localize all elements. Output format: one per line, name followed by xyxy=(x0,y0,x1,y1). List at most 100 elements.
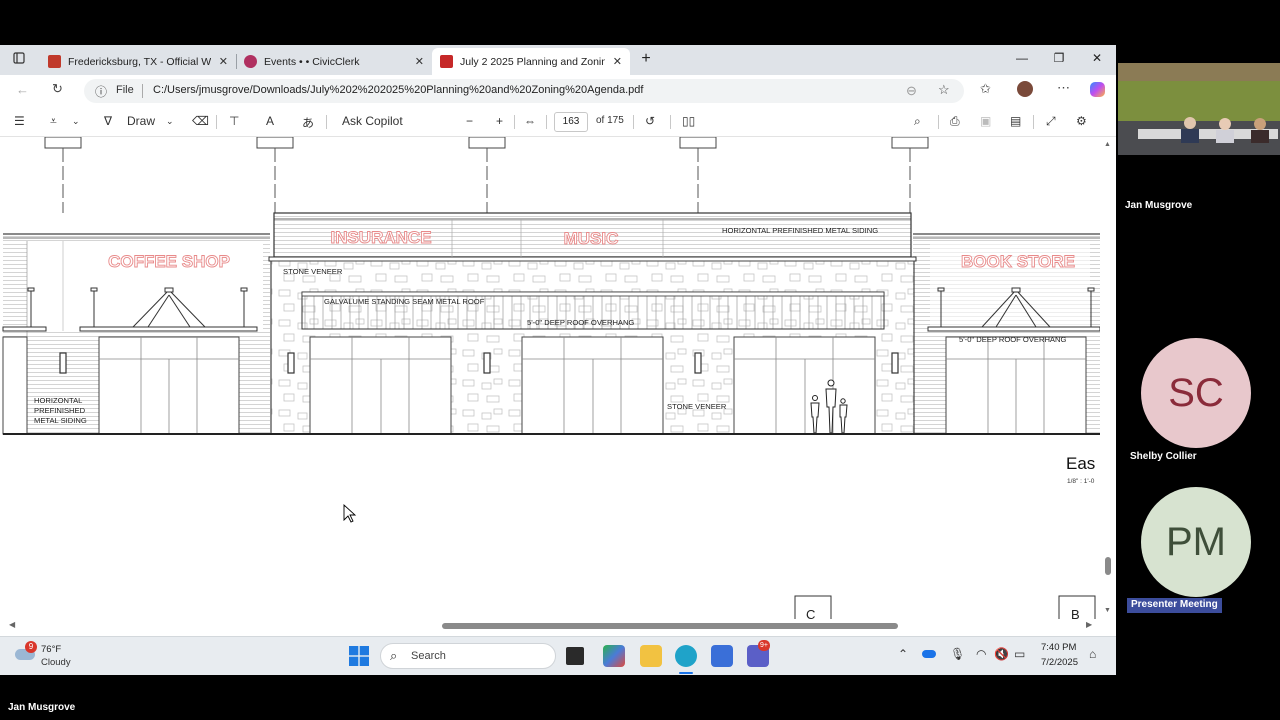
participant-name: Shelby Collier xyxy=(1130,451,1197,462)
text-box-icon[interactable]: ⊤ xyxy=(229,114,239,128)
toolbar-separator xyxy=(216,115,217,129)
copilot-icon[interactable] xyxy=(1090,82,1105,97)
draw-button[interactable]: Draw xyxy=(127,114,155,128)
address-bar[interactable]: ⓘ File C:/Users/jmusgrove/Downloads/July… xyxy=(84,79,964,103)
website-favicon-icon xyxy=(48,55,61,68)
notifications-icon[interactable]: ⌂ xyxy=(1089,647,1096,661)
chevron-down-icon[interactable]: ⌄ xyxy=(166,116,174,127)
zoom-in-icon[interactable]: + xyxy=(496,114,503,128)
clock-time[interactable]: 7:40 PM xyxy=(1041,642,1076,653)
close-icon[interactable]: ✕ xyxy=(613,55,622,68)
note-metal-siding-top: HORIZONTAL PREFINISHED METAL SIDING xyxy=(722,226,878,235)
tab-agenda-pdf[interactable]: July 2 2025 Planning and Zoning ✕ xyxy=(432,48,630,75)
minimize-icon[interactable]: — xyxy=(1012,51,1032,65)
vertical-scrollbar[interactable]: ▲ ▼ xyxy=(1100,137,1116,621)
windows-taskbar: 9 76°F Cloudy ⌕ Search 9+ ⌃ 🎙 ◠ 🔇 ▭ 7:40… xyxy=(0,636,1116,675)
toolbar-separator xyxy=(326,115,327,129)
refresh-icon[interactable]: ↻ xyxy=(52,81,63,97)
participant-video xyxy=(1118,63,1280,155)
close-window-icon[interactable]: ✕ xyxy=(1087,51,1107,65)
zoom-icon[interactable]: ⊖ xyxy=(906,83,917,99)
chevron-down-icon[interactable]: ⌄ xyxy=(72,116,80,127)
close-icon[interactable]: ✕ xyxy=(415,55,424,68)
page-view-icon[interactable]: ▯▯ xyxy=(682,114,695,128)
save-icon[interactable]: ▣ xyxy=(980,114,991,128)
store-app-icon[interactable] xyxy=(711,645,733,667)
sign-music: MUSIC xyxy=(564,229,619,248)
battery-icon[interactable]: ▭ xyxy=(1014,647,1025,661)
scheme-label: File xyxy=(116,84,134,96)
scroll-down-icon[interactable]: ▼ xyxy=(1104,607,1111,614)
fit-width-icon[interactable]: ⇔ xyxy=(524,114,536,128)
meeting-footer-name: Jan Musgrove xyxy=(8,702,76,713)
weather-badge: 9 xyxy=(25,641,37,653)
avatar-initials: SC xyxy=(1168,370,1224,415)
clock-date[interactable]: 7/2/2025 xyxy=(1041,657,1078,668)
task-view-icon[interactable] xyxy=(566,647,584,665)
avatar-presenter-meeting[interactable]: PM xyxy=(1141,487,1251,597)
column-tops xyxy=(44,137,929,149)
zoom-out-icon[interactable]: − xyxy=(466,114,473,128)
start-button[interactable] xyxy=(349,646,369,666)
address-url[interactable]: C:/Users/jmusgrove/Downloads/July%202%20… xyxy=(153,84,643,96)
teams-app-icon[interactable] xyxy=(603,645,625,667)
scroll-up-icon[interactable]: ▲ xyxy=(1104,141,1111,148)
speaker-muted-icon[interactable]: 🔇 xyxy=(994,647,1009,661)
pdf-document-area[interactable]: COFFEE SHOP INSURANCE MUSIC BOOK STORE H… xyxy=(0,137,1116,621)
council-room-video xyxy=(1118,63,1280,155)
tab-actions-icon[interactable] xyxy=(9,52,29,67)
taskbar-search[interactable]: ⌕ Search xyxy=(380,643,556,669)
settings-gear-icon[interactable]: ⚙ xyxy=(1076,114,1087,128)
tab-fredericksburg[interactable]: Fredericksburg, TX - Official Web ✕ xyxy=(40,48,236,75)
weather-condition: Cloudy xyxy=(41,657,71,668)
back-icon[interactable]: ← xyxy=(16,82,29,97)
microphone-muted-icon[interactable]: 🎙 xyxy=(950,647,965,661)
read-aloud-icon[interactable]: A xyxy=(266,114,274,128)
eraser-icon[interactable]: ⌫ xyxy=(192,114,209,128)
draw-icon[interactable]: ∇ xyxy=(104,114,112,128)
note-overhang-right: 5'-0" DEEP ROOF OVERHANG xyxy=(959,335,1066,344)
restore-icon[interactable]: ❐ xyxy=(1049,51,1069,65)
weather-temperature: 76°F xyxy=(41,644,62,655)
avatar-shelby-collier[interactable]: SC xyxy=(1141,338,1251,448)
rotate-icon[interactable]: ↺ xyxy=(645,114,655,128)
chevron-up-icon[interactable]: ⌃ xyxy=(898,647,908,661)
profile-avatar[interactable] xyxy=(1017,81,1033,97)
search-icon[interactable]: ⌕ xyxy=(914,114,921,129)
pdf-toolbar: ☰ ⩡ ⌄ ∇ Draw ⌄ ⌫ ⊤ A あ Ask Copilot − + ⇔… xyxy=(0,107,1116,137)
note-metal-siding-left-2: PREFINISHED xyxy=(34,406,86,415)
page-number-input[interactable]: 163 xyxy=(554,112,588,132)
fullscreen-icon[interactable]: ⤢ xyxy=(1046,114,1056,129)
wifi-icon[interactable]: ◠ xyxy=(976,647,986,661)
close-icon[interactable]: ✕ xyxy=(219,55,228,68)
print-icon[interactable]: ⎙ xyxy=(950,114,960,129)
participant-name-highlighted: Presenter Meeting xyxy=(1127,598,1222,613)
meeting-stage: Fredericksburg, TX - Official Web ✕ Even… xyxy=(0,0,1280,720)
translate-icon[interactable]: あ xyxy=(302,114,314,131)
tab-civicclerk[interactable]: Events • • CivicClerk ✕ xyxy=(236,48,432,75)
favorites-icon[interactable]: ✩ xyxy=(980,81,991,97)
note-stone-veneer-2: STONE VENEER xyxy=(667,402,727,411)
scroll-left-icon[interactable]: ◀ xyxy=(9,620,15,629)
toolbar-separator xyxy=(546,115,547,129)
toolbar-separator xyxy=(1033,115,1034,129)
horizontal-scroll-thumb[interactable] xyxy=(442,623,898,629)
save-as-icon[interactable]: ▤ xyxy=(1010,114,1021,128)
vertical-scroll-thumb[interactable] xyxy=(1105,557,1111,575)
horizontal-scrollbar[interactable]: ◀ ▶ xyxy=(0,619,1100,633)
ask-copilot-button[interactable]: Ask Copilot xyxy=(342,114,403,128)
contents-icon[interactable]: ☰ xyxy=(14,114,25,128)
info-icon: ⓘ xyxy=(95,85,108,99)
sign-coffee-shop: COFFEE SHOP xyxy=(108,252,230,271)
onedrive-cloud-icon[interactable] xyxy=(922,650,936,658)
teams-badge: 9+ xyxy=(758,640,770,651)
file-explorer-icon[interactable] xyxy=(640,645,662,667)
scroll-right-icon[interactable]: ▶ xyxy=(1086,620,1092,629)
favorite-star-icon[interactable]: ☆ xyxy=(938,82,950,98)
edge-browser-icon[interactable] xyxy=(675,645,697,667)
mouse-cursor-icon xyxy=(343,503,357,523)
new-tab-button[interactable]: + xyxy=(636,50,656,68)
highlight-icon[interactable]: ⩡ xyxy=(50,114,57,129)
taskbar-search-label: Search xyxy=(411,650,446,662)
more-menu-icon[interactable]: ⋯ xyxy=(1057,80,1070,96)
